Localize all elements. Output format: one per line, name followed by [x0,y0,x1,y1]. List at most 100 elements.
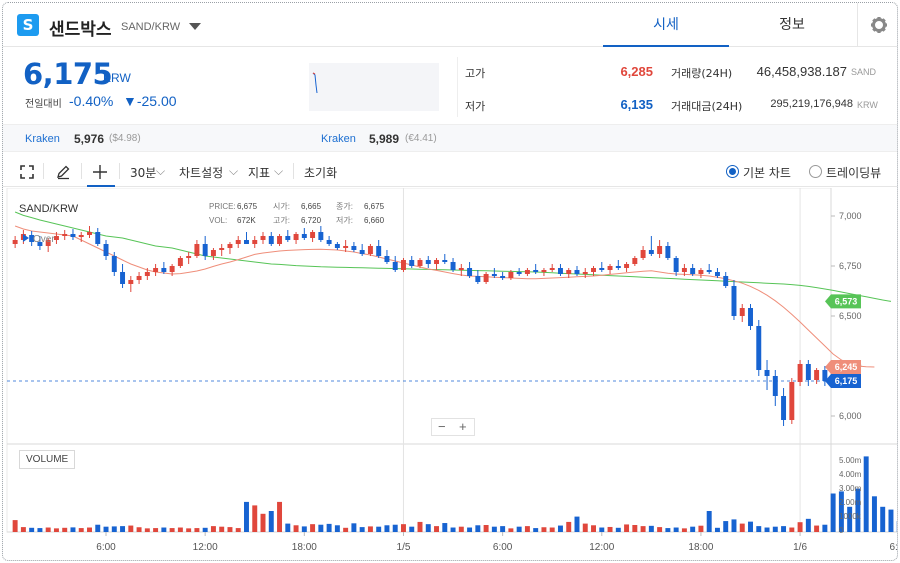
volume-bar [144,528,150,532]
volume-bar [805,518,811,532]
chevron-down-icon[interactable]: ⌵ [229,164,238,179]
volume-bar [533,528,539,532]
volume-bar [235,528,241,532]
interval-select[interactable]: 30분 [130,164,156,181]
candle-body [425,260,431,264]
tab-info[interactable]: 정보 [729,3,855,47]
candle-body [574,270,580,274]
volume-bar [723,521,729,532]
candle-body [70,234,76,237]
volume-bar [541,527,547,532]
chevron-down-icon[interactable]: ⌵ [274,164,283,179]
volume-bar [566,521,572,532]
volume-bar [318,524,324,532]
volume-bar [70,527,76,532]
volume-bar [103,526,109,532]
zoom-in-button[interactable]: + [459,419,467,434]
app-window: S 샌드박스 SAND/KRW 시세 정보 6,175 KRW 전일대비 -0.… [2,2,898,561]
basic-chart-radio[interactable] [726,165,739,178]
basic-chart-label[interactable]: 기본 차트 [743,164,791,181]
pencil-icon[interactable] [55,164,71,180]
gear-icon [871,17,887,33]
volume-bar [153,528,159,532]
chevron-down-icon[interactable]: ⌵ [156,164,165,179]
volume-bar [62,527,68,532]
volume-bar [681,528,687,532]
crosshair-icon[interactable] [92,164,108,180]
x-tick-label: 6:00 [493,542,513,553]
sandbox-logo-icon: S [17,14,39,36]
candle-body [566,270,572,274]
toolbar-divider [119,163,120,179]
volume-bar [706,511,712,532]
legend-volume-label: VOL: [209,216,227,225]
zoom-controls[interactable]: − + [431,418,475,436]
candle-body [268,236,274,244]
pair-label[interactable]: SAND/KRW [121,21,180,33]
volume-bar [739,523,745,532]
volume-bar [524,526,530,532]
chart-settings-menu[interactable]: 차트설정 [179,164,223,181]
volume-bar [384,525,390,532]
reset-button[interactable]: 초기화 [304,164,337,181]
active-tool-indicator [87,185,115,187]
candle-body [153,268,159,272]
volume-bar [896,521,897,532]
volume-bar [491,526,497,532]
volume-tick-label: 2.00m [839,498,862,507]
candle-body [557,268,563,274]
candle-body [533,270,539,272]
fullscreen-icon[interactable] [19,164,35,180]
amount-24h-unit: KRW [857,100,878,110]
exchange-name-eur[interactable]: Kraken [321,133,356,145]
candle-body [789,382,795,420]
volume-bar [260,513,266,532]
candle-body [739,308,745,316]
indicators-menu[interactable]: 지표 [248,164,270,181]
coin-name[interactable]: 샌드박스 [49,15,112,40]
chevron-down-icon[interactable] [189,23,201,30]
volume-bar [45,527,51,532]
legend-open-label: 시가: [273,202,290,211]
candle-body [144,272,150,276]
candle-body [392,262,398,270]
volume-tick-label: 1000k [839,512,862,521]
volume-bar [12,520,18,532]
candle-body [665,246,671,258]
exchange-name-usd[interactable]: Kraken [25,133,60,145]
candle-body [549,268,555,270]
volume-tick-label: 0 [839,526,844,535]
tab-market[interactable]: 시세 [603,3,729,47]
candle-body [260,236,266,240]
volume-bar [417,521,423,532]
candle-body [120,272,126,284]
exchange-sub-eur: (€4.41) [405,133,437,144]
candle-body [756,326,762,370]
volume-bar [475,525,481,532]
tradingview-label[interactable]: 트레이딩뷰 [826,164,881,181]
candle-body [53,236,59,240]
candle-body [128,280,134,284]
volume-bar [871,496,877,532]
volume-bar [409,526,415,532]
candle-body [95,232,101,244]
price-chart[interactable]: 7,0006,7506,5006,2506,0005.00m4.00m3.00m… [3,187,898,561]
settings-button[interactable] [857,3,897,47]
candle-body [483,274,489,282]
candlestick-chart[interactable]: 7,0006,7506,5006,2506,0005.00m4.00m3.00m… [3,187,898,561]
high-label: 고가 [465,67,486,80]
candle-body [541,270,547,272]
volume-bar [95,524,101,532]
tradingview-radio[interactable] [809,165,822,178]
candle-body [177,258,183,266]
volume-bar [78,528,84,532]
amount-24h-label: 거래대금(24H) [671,100,743,113]
volume-bar [202,527,208,532]
volume-bar [210,526,216,532]
zoom-out-button[interactable]: − [438,419,446,434]
candle-body [310,232,316,238]
volume-bar [293,525,299,532]
x-tick-label: 1/6 [793,542,807,553]
mini-chart [309,63,439,111]
candle-body [235,240,241,244]
